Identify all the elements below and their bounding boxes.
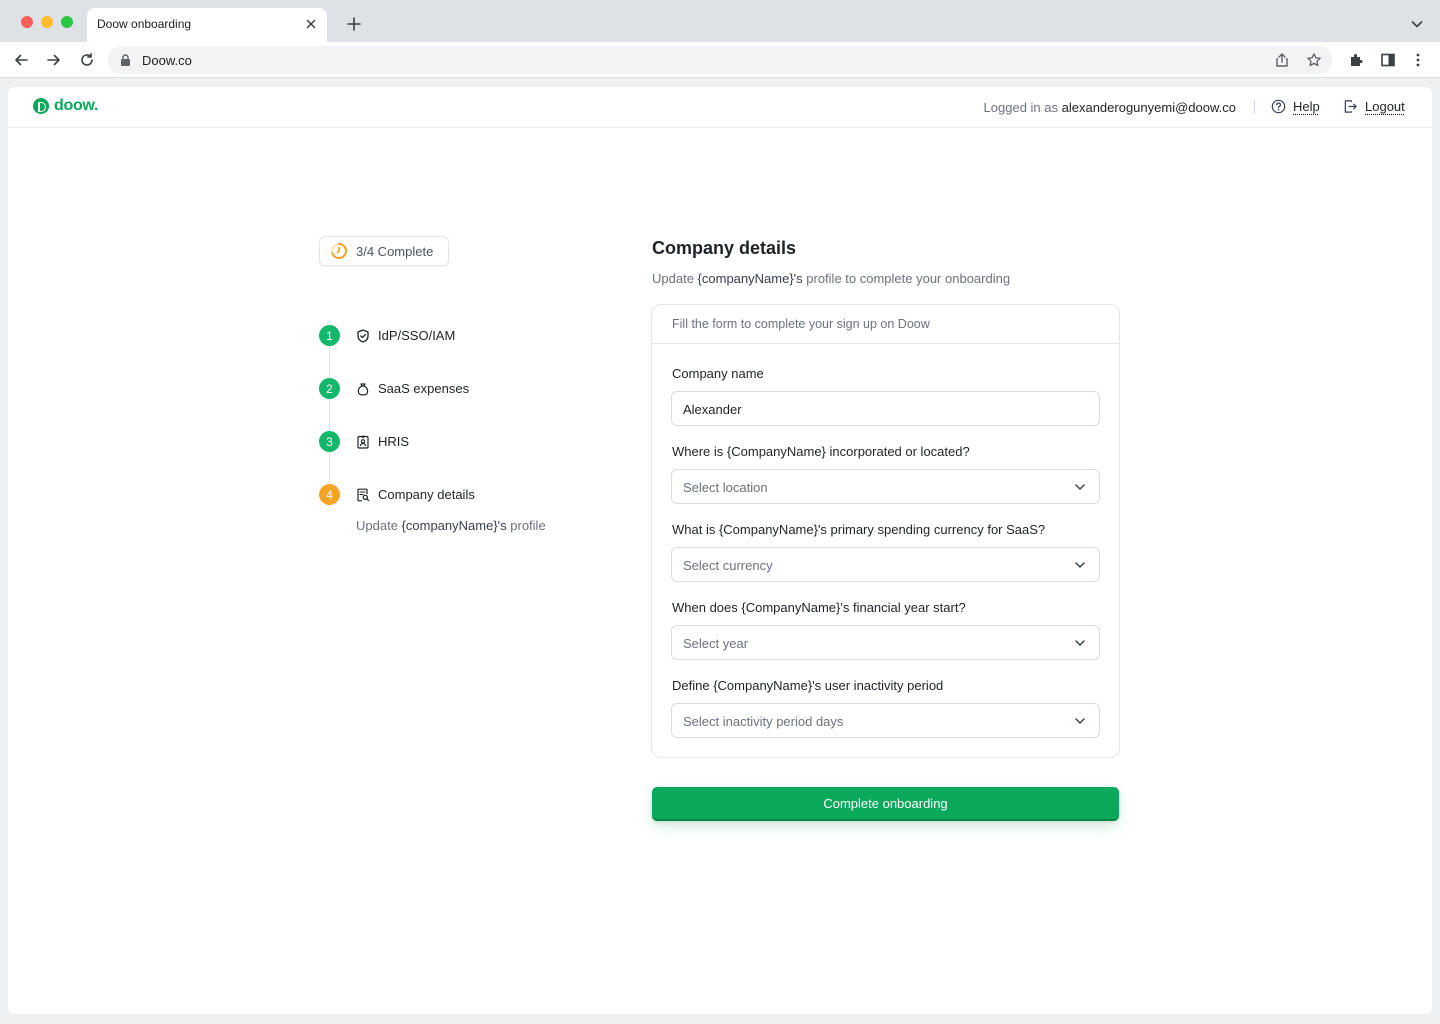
financial-year-label: When does {CompanyName}'s financial year… — [672, 600, 966, 615]
step-label: HRIS — [378, 434, 410, 449]
step-idp-sso-iam[interactable]: 1 IdP/SSO/IAM — [319, 325, 455, 346]
reload-icon[interactable] — [79, 52, 95, 68]
financial-year-placeholder: Select year — [683, 636, 749, 651]
step-number: 4 — [319, 484, 340, 505]
progress-label: 3/4 Complete — [356, 243, 434, 259]
currency-select[interactable]: Select currency — [671, 547, 1100, 582]
browser-menu-icon[interactable] — [1410, 52, 1426, 68]
address-bar[interactable]: Doow.co — [108, 46, 1332, 74]
progress-timer-icon — [331, 243, 348, 259]
logout-icon — [1344, 100, 1357, 113]
chevron-down-icon — [1075, 484, 1085, 490]
company-details-form: Fill the form to complete your sign up o… — [651, 304, 1120, 758]
doow-logo-icon — [33, 98, 49, 114]
url-text: Doow.co — [142, 53, 192, 68]
step-number: 2 — [319, 378, 340, 399]
chevron-down-icon — [1075, 640, 1085, 646]
document-search-icon — [357, 488, 370, 501]
window-close-button[interactable] — [21, 16, 33, 28]
step-saas-expenses[interactable]: 2 SaaS expenses — [319, 378, 469, 399]
browser-toolbar: Doow.co — [0, 42, 1440, 78]
id-badge-icon — [357, 435, 369, 449]
company-name-input[interactable]: Alexander — [671, 391, 1100, 426]
app-window: doow. Logged in as alexanderogunyemi@doo… — [8, 87, 1432, 1014]
forward-arrow-icon[interactable] — [46, 52, 62, 68]
step-label: SaaS expenses — [378, 381, 470, 396]
money-bag-icon — [357, 382, 369, 396]
form-card-header: Fill the form to complete your sign up o… — [652, 305, 1119, 344]
step-company-details[interactable]: 4 Company details — [319, 484, 475, 505]
logged-in-status: Logged in as alexanderogunyemi@doow.co — [983, 100, 1236, 115]
back-arrow-icon[interactable] — [13, 52, 29, 68]
stepper-line — [329, 345, 330, 495]
share-icon[interactable] — [1274, 52, 1290, 68]
location-label: Where is {CompanyName} incorporated or l… — [672, 444, 970, 459]
company-name-label: Company name — [672, 366, 764, 381]
user-email: alexanderogunyemi@doow.co — [1061, 100, 1236, 115]
financial-year-select[interactable]: Select year — [671, 625, 1100, 660]
location-placeholder: Select location — [683, 480, 768, 495]
step-number: 3 — [319, 431, 340, 452]
step-number: 1 — [319, 325, 340, 346]
chevron-down-icon — [1075, 718, 1085, 724]
page-title: Company details — [652, 238, 797, 258]
app-header: doow. Logged in as alexanderogunyemi@doo… — [8, 87, 1432, 128]
tab-title: Doow onboarding — [97, 17, 192, 31]
inactivity-period-select[interactable]: Select inactivity period days — [671, 703, 1100, 738]
company-name-value: Alexander — [683, 402, 742, 417]
step-description: Update {companyName}'s profile — [356, 518, 546, 533]
browser-tabstrip: Doow onboarding — [0, 0, 1440, 42]
step-label: Company details — [378, 487, 475, 502]
new-tab-icon[interactable] — [346, 16, 362, 32]
logout-link[interactable]: Logout — [1343, 99, 1405, 114]
doow-logo[interactable]: doow. — [33, 97, 98, 115]
step-hris[interactable]: 3 HRIS — [319, 431, 409, 452]
complete-onboarding-button[interactable]: Complete onboarding — [652, 787, 1119, 821]
help-circle-icon — [1271, 99, 1286, 114]
location-select[interactable]: Select location — [671, 469, 1100, 504]
help-link[interactable]: Help — [1271, 99, 1320, 114]
side-panel-icon[interactable] — [1380, 52, 1396, 68]
chevron-down-icon[interactable] — [1410, 17, 1424, 31]
header-divider — [1254, 100, 1255, 114]
page-subtitle: Update {companyName}'s profile to comple… — [652, 271, 1011, 286]
inactivity-period-placeholder: Select inactivity period days — [683, 714, 844, 729]
bookmark-star-icon[interactable] — [1306, 52, 1322, 68]
logo-text: doow. — [54, 97, 99, 114]
extensions-puzzle-icon[interactable] — [1348, 52, 1364, 68]
window-maximize-button[interactable] — [61, 16, 73, 28]
lock-icon — [121, 54, 130, 66]
window-minimize-button[interactable] — [41, 16, 53, 28]
browser-tab[interactable]: Doow onboarding — [87, 8, 327, 42]
step-label: IdP/SSO/IAM — [378, 328, 456, 343]
shield-check-icon — [357, 328, 369, 343]
currency-placeholder: Select currency — [683, 558, 773, 573]
inactivity-period-label: Define {CompanyName}'s user inactivity p… — [672, 678, 944, 693]
progress-badge: 3/4 Complete — [319, 236, 449, 266]
chevron-down-icon — [1075, 562, 1085, 568]
close-icon[interactable] — [304, 17, 318, 31]
currency-label: What is {CompanyName}'s primary spending… — [672, 522, 1046, 537]
